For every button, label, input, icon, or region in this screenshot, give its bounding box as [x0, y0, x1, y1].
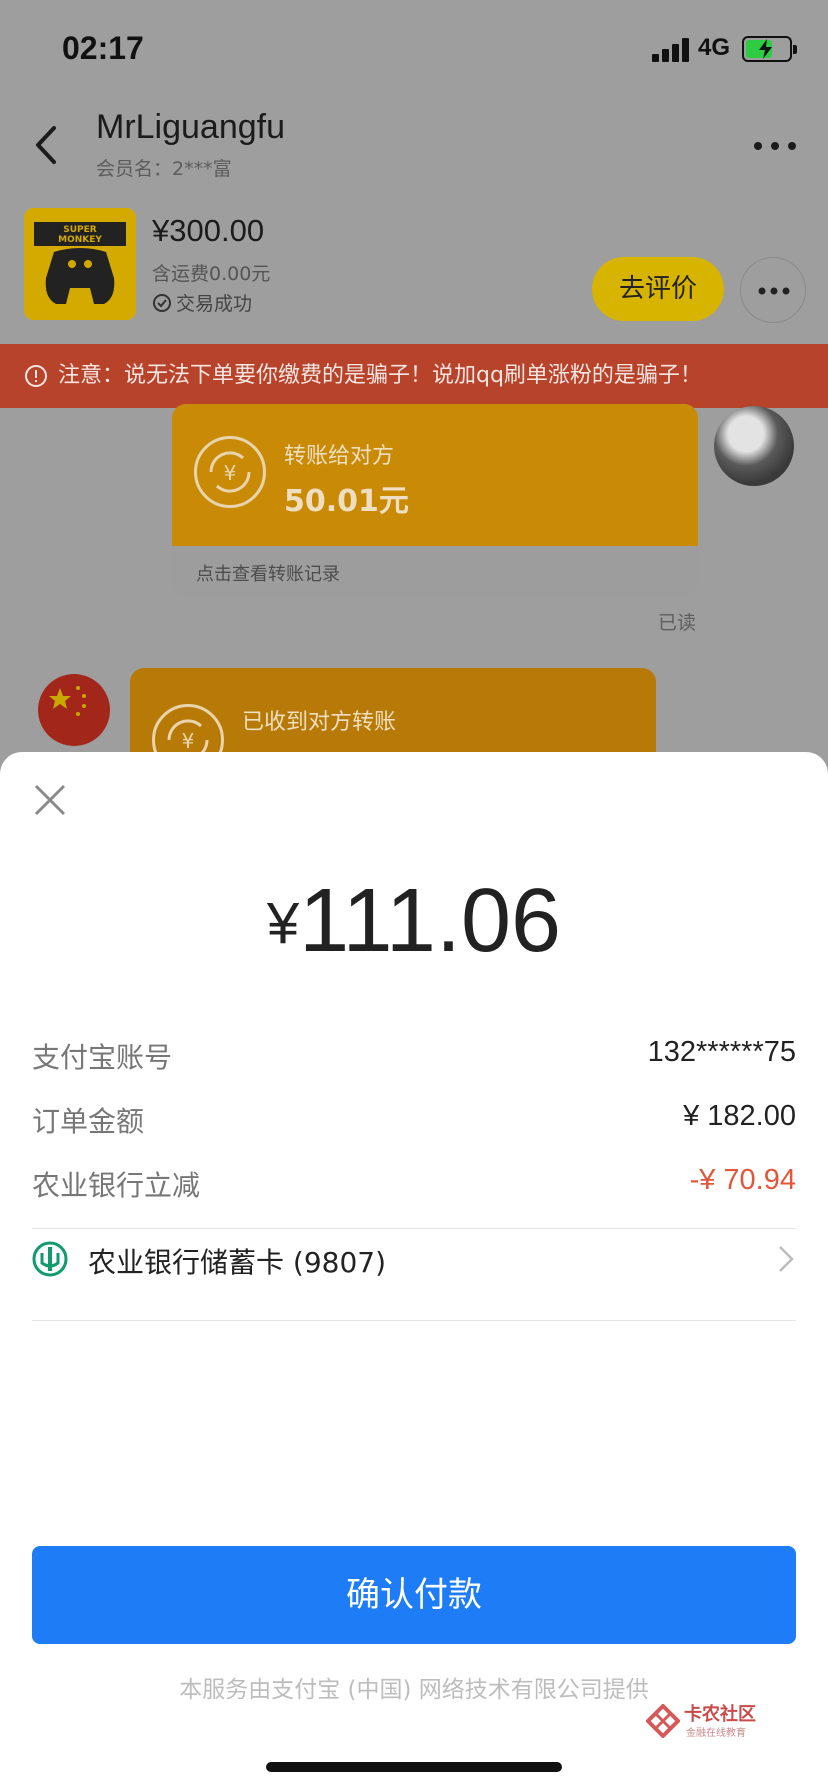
trade-status: 交易成功	[152, 289, 252, 316]
chevron-right-icon	[779, 1246, 794, 1272]
status-time: 02:17	[62, 30, 144, 66]
product-image: SUPER MONKEY	[24, 208, 136, 320]
chat-title: MrLiguangfu	[96, 108, 286, 146]
service-provider-note: 本服务由支付宝 (中国) 网络技术有限公司提供	[179, 1677, 649, 1703]
payment-method-selector[interactable]: 农业银行储蓄卡 (9807)	[32, 1227, 796, 1299]
transfer-icon: ¥	[194, 436, 266, 508]
fraud-warning-banner: 注意：说无法下单要你缴费的是骗子！说加qq刷单涨粉的是骗子！	[0, 344, 828, 408]
more-icon[interactable]	[752, 134, 798, 158]
chat-header: MrLiguangfu 会员名：2***富	[0, 100, 828, 200]
status-bar: 02:17 4G	[0, 0, 828, 100]
product-more-button[interactable]	[740, 257, 806, 323]
close-icon[interactable]	[32, 782, 68, 818]
alipay-account-row: 支付宝账号 132******75	[32, 1036, 796, 1086]
abc-bank-icon	[32, 1241, 68, 1277]
watermark-name: 卡农社区	[684, 1704, 756, 1725]
svg-text:¥: ¥	[182, 729, 195, 753]
product-image-text-1: SUPER	[63, 225, 97, 235]
avatar-flag[interactable]	[38, 674, 110, 746]
order-amount-row: 订单金额 ¥ 182.00	[32, 1100, 796, 1150]
battery-icon	[742, 36, 797, 62]
watermark: 卡农社区 金融在线教育	[646, 1700, 796, 1744]
confirm-payment-button[interactable]: 确认付款	[32, 1546, 796, 1644]
back-icon[interactable]	[28, 120, 68, 170]
payment-amount: ¥111.06	[0, 870, 828, 973]
warning-text: 注意：说无法下单要你缴费的是骗子！说加qq刷单涨粉的是骗子！	[58, 363, 702, 388]
transfer-record-link[interactable]: 点击查看转账记录	[196, 560, 340, 586]
network-type: 4G	[698, 34, 731, 61]
review-button[interactable]: 去评价	[592, 257, 724, 321]
home-indicator[interactable]	[266, 1762, 562, 1772]
transfer-title: 转账给对方	[284, 444, 395, 469]
product-image-text-2: MONKEY	[58, 235, 102, 245]
product-price: ¥300.00	[152, 213, 265, 248]
avatar[interactable]	[714, 406, 794, 486]
watermark-sub: 金融在线教育	[686, 1728, 746, 1739]
row-label: 支付宝账号	[32, 1041, 173, 1074]
bank-card-label: 农业银行储蓄卡 (9807)	[88, 1246, 387, 1279]
trade-status-label: 交易成功	[176, 293, 253, 315]
currency-symbol: ¥	[266, 891, 300, 956]
shipping-fee: 含运费0.00元	[152, 263, 271, 285]
transfer-bubble-sent[interactable]: ¥ 转账给对方 50.01元 点击查看转账记录	[172, 404, 698, 596]
received-title: 已收到对方转账	[242, 710, 397, 735]
more-dots-icon	[758, 287, 790, 295]
row-label: 订单金额	[32, 1105, 145, 1138]
amount-value: 111.06	[299, 871, 562, 971]
signal-icon	[652, 38, 690, 62]
member-name: 会员名：2***富	[96, 158, 232, 180]
divider	[32, 1320, 796, 1321]
warning-icon	[25, 365, 47, 387]
check-circle-icon	[153, 293, 171, 312]
payment-sheet: ¥111.06 支付宝账号 132******75 订单金额 ¥ 182.00 …	[0, 752, 828, 1792]
row-value: 132******75	[647, 1036, 796, 1068]
read-receipt: 已读	[658, 612, 697, 634]
transfer-amount: 50.01元	[284, 484, 409, 519]
watermark-logo-icon	[646, 1704, 680, 1738]
svg-text:¥: ¥	[224, 461, 237, 485]
row-value: ¥ 182.00	[683, 1100, 796, 1132]
bank-discount-row: 农业银行立减 -¥ 70.94	[32, 1164, 796, 1214]
row-label: 农业银行立减	[32, 1169, 201, 1202]
discount-value: -¥ 70.94	[689, 1164, 796, 1196]
product-card[interactable]: SUPER MONKEY ¥300.00 含运费0.00元 交易成功 去评价	[0, 205, 828, 335]
